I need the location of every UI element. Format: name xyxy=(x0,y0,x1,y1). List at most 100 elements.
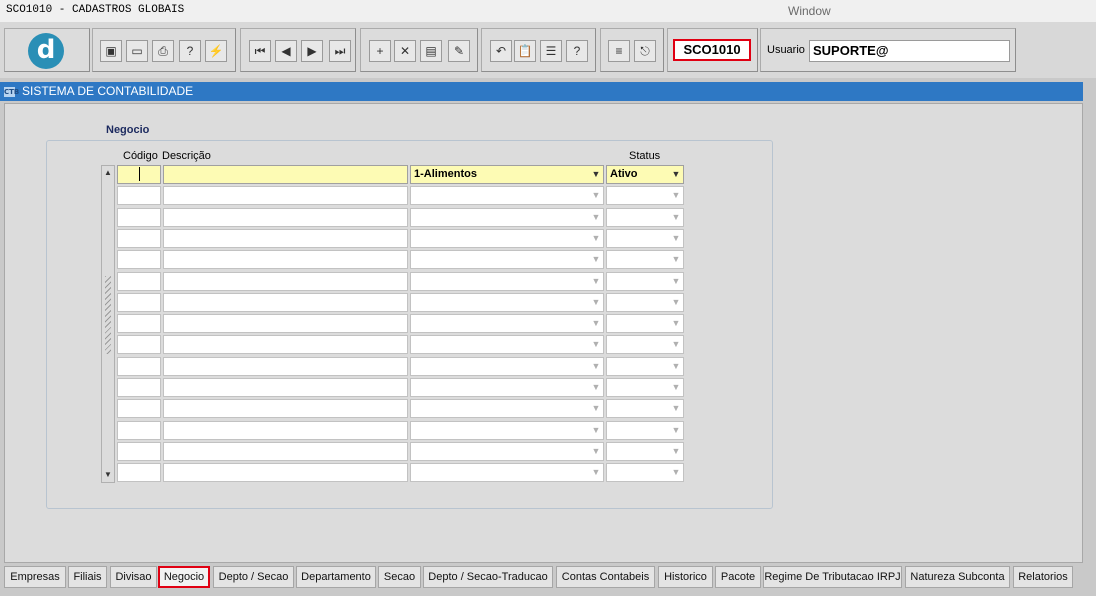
tab-pacote[interactable]: Pacote xyxy=(715,566,761,588)
tab-departamento[interactable]: Departamento xyxy=(296,566,376,588)
codigo-field[interactable] xyxy=(117,357,161,376)
dropdown-arrow-icon[interactable]: ▼ xyxy=(669,422,683,439)
status-field[interactable]: ▼ xyxy=(606,229,684,248)
codigo-field[interactable] xyxy=(117,463,161,482)
dropdown-arrow-icon[interactable]: ▼ xyxy=(669,251,683,268)
status-field[interactable]: ▼ xyxy=(606,314,684,333)
tab-empresas[interactable]: Empresas xyxy=(4,566,66,588)
printer-icon[interactable]: ⎙ xyxy=(152,40,174,62)
descricao-field[interactable] xyxy=(163,399,408,418)
tab-natureza-subconta[interactable]: Natureza Subconta xyxy=(905,566,1010,588)
tab-regime-de-tributacao-irpj[interactable]: Regime De Tributacao IRPJ xyxy=(763,566,902,588)
enter-query-icon[interactable]: ? xyxy=(179,40,201,62)
grupo-field[interactable]: ▼ xyxy=(410,250,604,269)
status-field[interactable]: ▼ xyxy=(606,421,684,440)
grupo-field[interactable]: 1-Alimentos ▼ xyxy=(410,165,604,184)
descricao-field[interactable] xyxy=(163,208,408,227)
status-field[interactable]: ▼ xyxy=(606,357,684,376)
dropdown-arrow-icon[interactable]: ▼ xyxy=(589,400,603,417)
status-field[interactable]: ▼ xyxy=(606,335,684,354)
status-field[interactable]: ▼ xyxy=(606,399,684,418)
dropdown-arrow-icon[interactable]: ▼ xyxy=(669,379,683,396)
codigo-field[interactable] xyxy=(117,314,161,333)
dropdown-arrow-icon[interactable]: ▼ xyxy=(669,166,683,183)
dropdown-arrow-icon[interactable]: ▼ xyxy=(589,464,603,481)
status-field[interactable]: Ativo ▼ xyxy=(606,165,684,184)
grupo-field[interactable]: ▼ xyxy=(410,399,604,418)
print-screen-icon[interactable]: ▭ xyxy=(126,40,148,62)
exit-icon[interactable]: ⎋ xyxy=(634,40,656,62)
dropdown-arrow-icon[interactable]: ▼ xyxy=(589,422,603,439)
status-field[interactable]: ▼ xyxy=(606,463,684,482)
grupo-field[interactable]: ▼ xyxy=(410,229,604,248)
descricao-field[interactable] xyxy=(163,272,408,291)
dropdown-arrow-icon[interactable]: ▼ xyxy=(669,294,683,311)
dropdown-arrow-icon[interactable]: ▼ xyxy=(669,187,683,204)
grupo-field[interactable]: ▼ xyxy=(410,314,604,333)
dropdown-arrow-icon[interactable]: ▼ xyxy=(669,230,683,247)
dropdown-arrow-icon[interactable]: ▼ xyxy=(589,358,603,375)
tab-relatorios[interactable]: Relatorios xyxy=(1013,566,1073,588)
descricao-field[interactable] xyxy=(163,335,408,354)
codigo-field[interactable] xyxy=(117,229,161,248)
help-icon[interactable]: ? xyxy=(566,40,588,62)
duplicate-record-icon[interactable]: ▤ xyxy=(420,40,442,62)
descricao-field[interactable] xyxy=(163,186,408,205)
codigo-field[interactable] xyxy=(117,208,161,227)
descricao-field[interactable] xyxy=(163,293,408,312)
scroll-down-icon[interactable]: ▼ xyxy=(103,469,113,481)
scroll-grip-icon[interactable] xyxy=(105,276,111,354)
dropdown-arrow-icon[interactable]: ▼ xyxy=(669,400,683,417)
tab-negocio[interactable]: Negocio xyxy=(158,566,210,588)
window-menu[interactable]: Window xyxy=(788,4,831,18)
execute-query-icon[interactable]: ⚡ xyxy=(205,40,227,62)
descricao-field[interactable] xyxy=(163,250,408,269)
dropdown-arrow-icon[interactable]: ▼ xyxy=(589,251,603,268)
scroll-up-icon[interactable]: ▲ xyxy=(103,167,113,179)
records-scrollbar[interactable]: ▲ ▼ xyxy=(101,165,115,483)
codigo-field[interactable] xyxy=(117,442,161,461)
menu-icon[interactable]: ≡ xyxy=(608,40,630,62)
dropdown-arrow-icon[interactable]: ▼ xyxy=(669,273,683,290)
edit-record-icon[interactable]: ✎ xyxy=(448,40,470,62)
status-field[interactable]: ▼ xyxy=(606,272,684,291)
status-field[interactable]: ▼ xyxy=(606,250,684,269)
codigo-field[interactable] xyxy=(117,293,161,312)
dropdown-arrow-icon[interactable]: ▼ xyxy=(589,230,603,247)
grupo-field[interactable]: ▼ xyxy=(410,421,604,440)
descricao-field[interactable] xyxy=(163,357,408,376)
delete-record-icon[interactable]: ✕ xyxy=(394,40,416,62)
next-record-icon[interactable]: ▶ xyxy=(301,40,323,62)
dropdown-arrow-icon[interactable]: ▼ xyxy=(589,166,603,183)
user-field[interactable]: SUPORTE@ xyxy=(809,40,1010,62)
dropdown-arrow-icon[interactable]: ▼ xyxy=(589,443,603,460)
insert-record-icon[interactable]: + xyxy=(369,40,391,62)
status-field[interactable]: ▼ xyxy=(606,378,684,397)
descricao-field[interactable] xyxy=(163,378,408,397)
descricao-field[interactable] xyxy=(163,314,408,333)
dropdown-arrow-icon[interactable]: ▼ xyxy=(589,379,603,396)
list-values-icon[interactable]: ☰ xyxy=(540,40,562,62)
dropdown-arrow-icon[interactable]: ▼ xyxy=(669,336,683,353)
grupo-field[interactable]: ▼ xyxy=(410,335,604,354)
codigo-field[interactable] xyxy=(117,335,161,354)
dropdown-arrow-icon[interactable]: ▼ xyxy=(589,187,603,204)
grupo-field[interactable]: ▼ xyxy=(410,272,604,291)
dropdown-arrow-icon[interactable]: ▼ xyxy=(669,443,683,460)
tab-historico[interactable]: Historico xyxy=(658,566,713,588)
status-field[interactable]: ▼ xyxy=(606,442,684,461)
descricao-field[interactable] xyxy=(163,165,408,184)
descricao-field[interactable] xyxy=(163,229,408,248)
dropdown-arrow-icon[interactable]: ▼ xyxy=(669,358,683,375)
dropdown-arrow-icon[interactable]: ▼ xyxy=(669,315,683,332)
descricao-field[interactable] xyxy=(163,421,408,440)
codigo-field[interactable] xyxy=(117,421,161,440)
grupo-field[interactable]: ▼ xyxy=(410,186,604,205)
tab-secao[interactable]: Secao xyxy=(378,566,421,588)
grupo-field[interactable]: ▼ xyxy=(410,463,604,482)
descricao-field[interactable] xyxy=(163,442,408,461)
status-field[interactable]: ▼ xyxy=(606,186,684,205)
dropdown-arrow-icon[interactable]: ▼ xyxy=(589,209,603,226)
dropdown-arrow-icon[interactable]: ▼ xyxy=(589,315,603,332)
tab-contas-contabeis[interactable]: Contas Contabeis xyxy=(556,566,655,588)
